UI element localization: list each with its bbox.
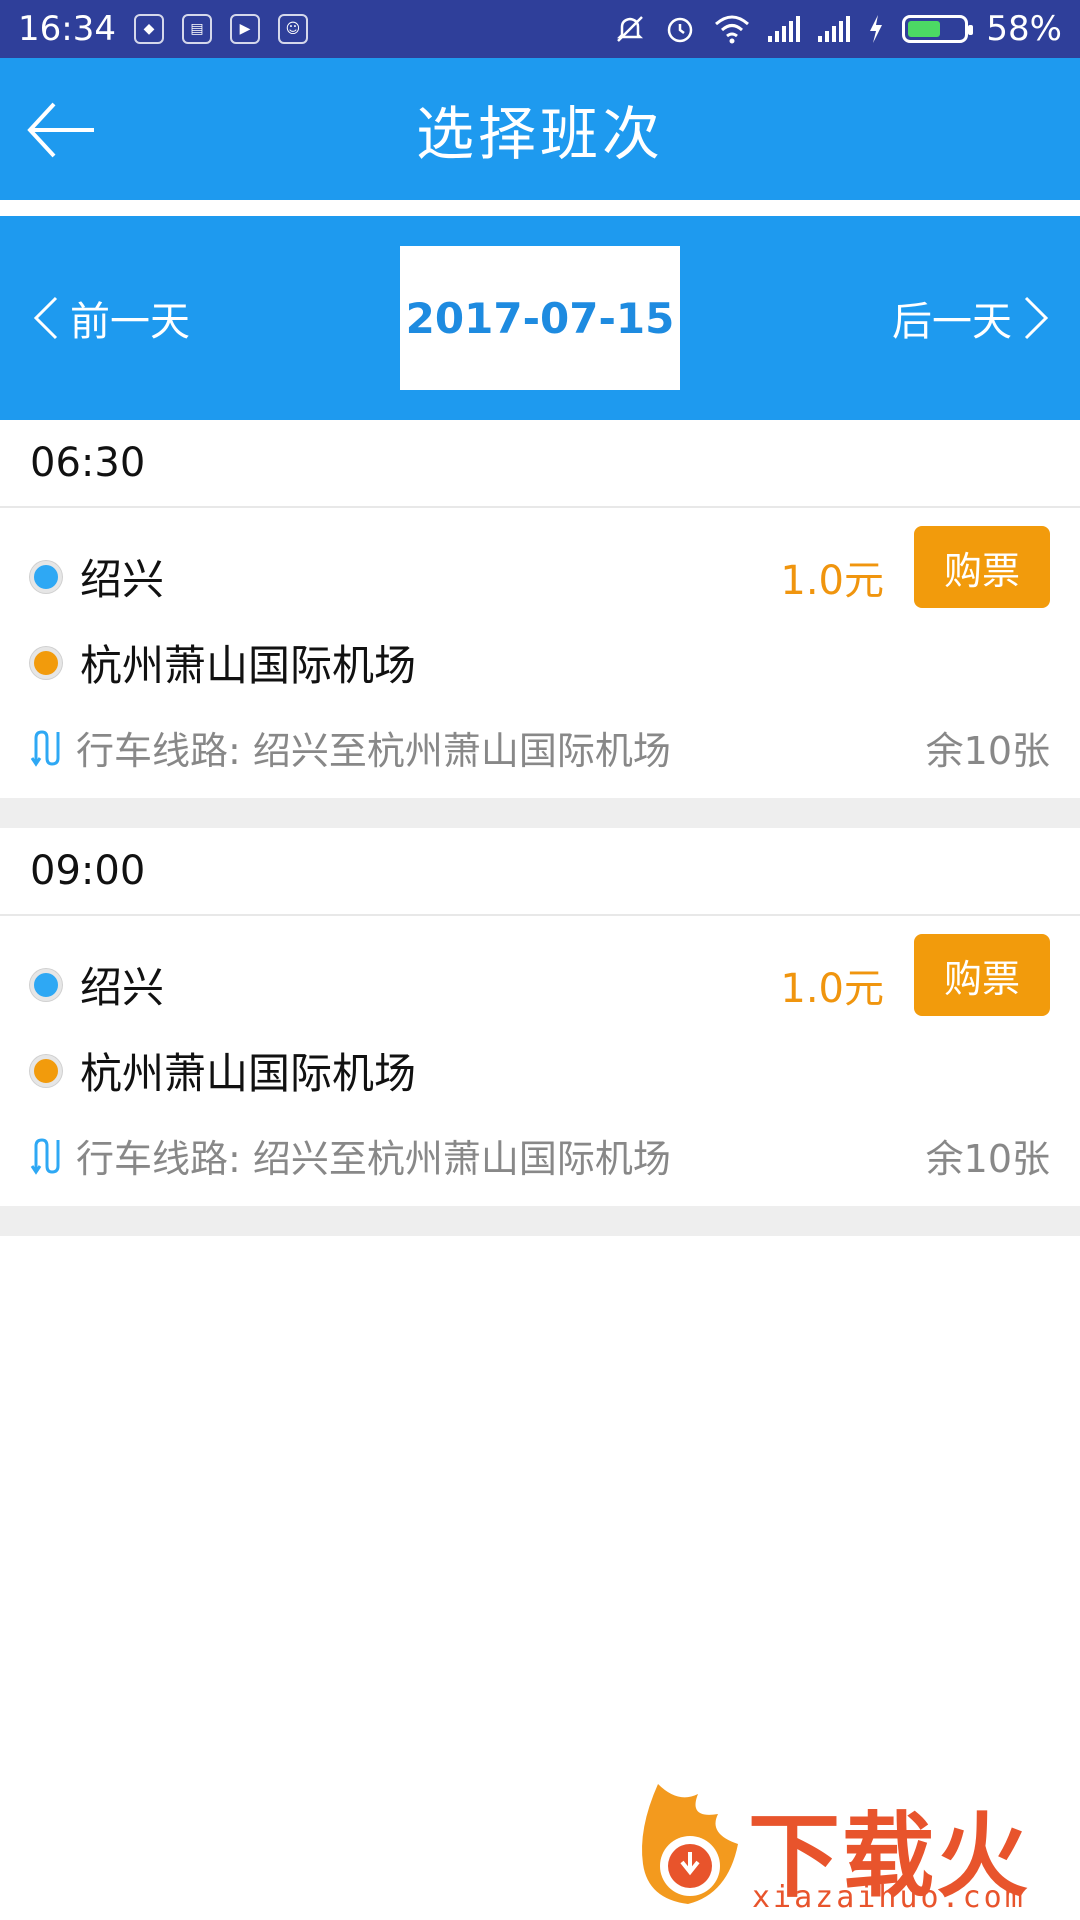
route-info: 行车线路: 绍兴至杭州萧山国际机场 (30, 1128, 671, 1183)
prev-day-button[interactable]: 前一天 (32, 216, 190, 420)
destination-stop: 杭州萧山国际机场 (30, 632, 416, 693)
divider (0, 1206, 1080, 1236)
origin-stop: 绍兴 (30, 954, 164, 1015)
trip-departure-time: 09:00 (0, 828, 1080, 916)
page-title: 选择班次 (415, 100, 664, 168)
trip-details[interactable]: 绍兴 1.0元 购票 杭州萧山国际机场 行车线路: 绍兴至杭州萧山国际机场 余1… (0, 916, 1080, 1206)
buy-ticket-button[interactable]: 购票 (914, 934, 1050, 1016)
battery-icon (902, 15, 974, 43)
signal-icon (818, 16, 851, 42)
android-app-icon: ☺ (277, 14, 308, 44)
route-icon (30, 1137, 60, 1175)
origin-dot-icon (30, 560, 62, 593)
destination-dot-icon (30, 646, 62, 679)
wifi-icon (715, 15, 750, 44)
next-day-button[interactable]: 后一天 (892, 216, 1050, 420)
origin-dot-icon (30, 968, 62, 1001)
flame-logo-icon (642, 1784, 738, 1904)
trip-card: 06:30 绍兴 1.0元 购票 杭州萧山国际机场 行车线路: 绍兴至杭州萧山国… (0, 420, 1080, 828)
route-text: 行车线路: 绍兴至杭州萧山国际机场 (76, 729, 671, 773)
next-day-label: 后一天 (892, 299, 1012, 345)
mute-icon (617, 16, 644, 42)
destination-dot-icon (30, 1054, 62, 1087)
app-notification-icon: ◆ (133, 14, 164, 44)
divider (0, 798, 1080, 828)
chevron-right-icon (1024, 296, 1049, 340)
status-bar: 16:34 ◆ ▤ ▶ ☺ 58% (0, 0, 1080, 58)
seats-remaining: 余10张 (925, 1137, 1050, 1181)
app-notification-icon: ▤ (181, 14, 212, 44)
route-icon (30, 729, 60, 767)
destination-stop: 杭州萧山国际机场 (30, 1040, 416, 1101)
origin-name: 绍兴 (80, 963, 165, 1012)
destination-name: 杭州萧山国际机场 (80, 1049, 417, 1098)
origin-name: 绍兴 (80, 555, 165, 604)
prev-day-label: 前一天 (70, 299, 190, 345)
video-app-icon: ▶ (229, 14, 260, 44)
trip-list: 06:30 绍兴 1.0元 购票 杭州萧山国际机场 行车线路: 绍兴至杭州萧山国… (0, 420, 1080, 1236)
app-bar: 选择班次 (0, 58, 1080, 200)
signal-icon (768, 16, 801, 42)
seats-remaining: 余10张 (925, 729, 1050, 773)
current-date-button[interactable]: 2017-07-15 (400, 246, 680, 390)
chevron-left-icon (33, 296, 58, 340)
battery-percent: 58% (986, 9, 1062, 49)
watermark-logo: 下载火 xiazaihuo.com (628, 1774, 1068, 1915)
watermark-domain: xiazaihuo.com (752, 1880, 1026, 1915)
charging-icon (870, 15, 883, 43)
ticket-price: 1.0元 (780, 966, 884, 1012)
status-time: 16:34 (18, 9, 116, 49)
trip-details[interactable]: 绍兴 1.0元 购票 杭州萧山国际机场 行车线路: 绍兴至杭州萧山国际机场 余1… (0, 508, 1080, 798)
destination-name: 杭州萧山国际机场 (80, 641, 417, 690)
trip-card: 09:00 绍兴 1.0元 购票 杭州萧山国际机场 行车线路: 绍兴至杭州萧山国… (0, 828, 1080, 1236)
date-navigation: 前一天 2017-07-15 后一天 (0, 216, 1080, 420)
route-info: 行车线路: 绍兴至杭州萧山国际机场 (30, 720, 671, 775)
buy-ticket-button[interactable]: 购票 (914, 526, 1050, 608)
ticket-price: 1.0元 (780, 558, 884, 604)
route-text: 行车线路: 绍兴至杭州萧山国际机场 (76, 1137, 671, 1181)
origin-stop: 绍兴 (30, 546, 164, 607)
trip-departure-time: 06:30 (0, 420, 1080, 508)
alarm-icon (668, 17, 693, 43)
